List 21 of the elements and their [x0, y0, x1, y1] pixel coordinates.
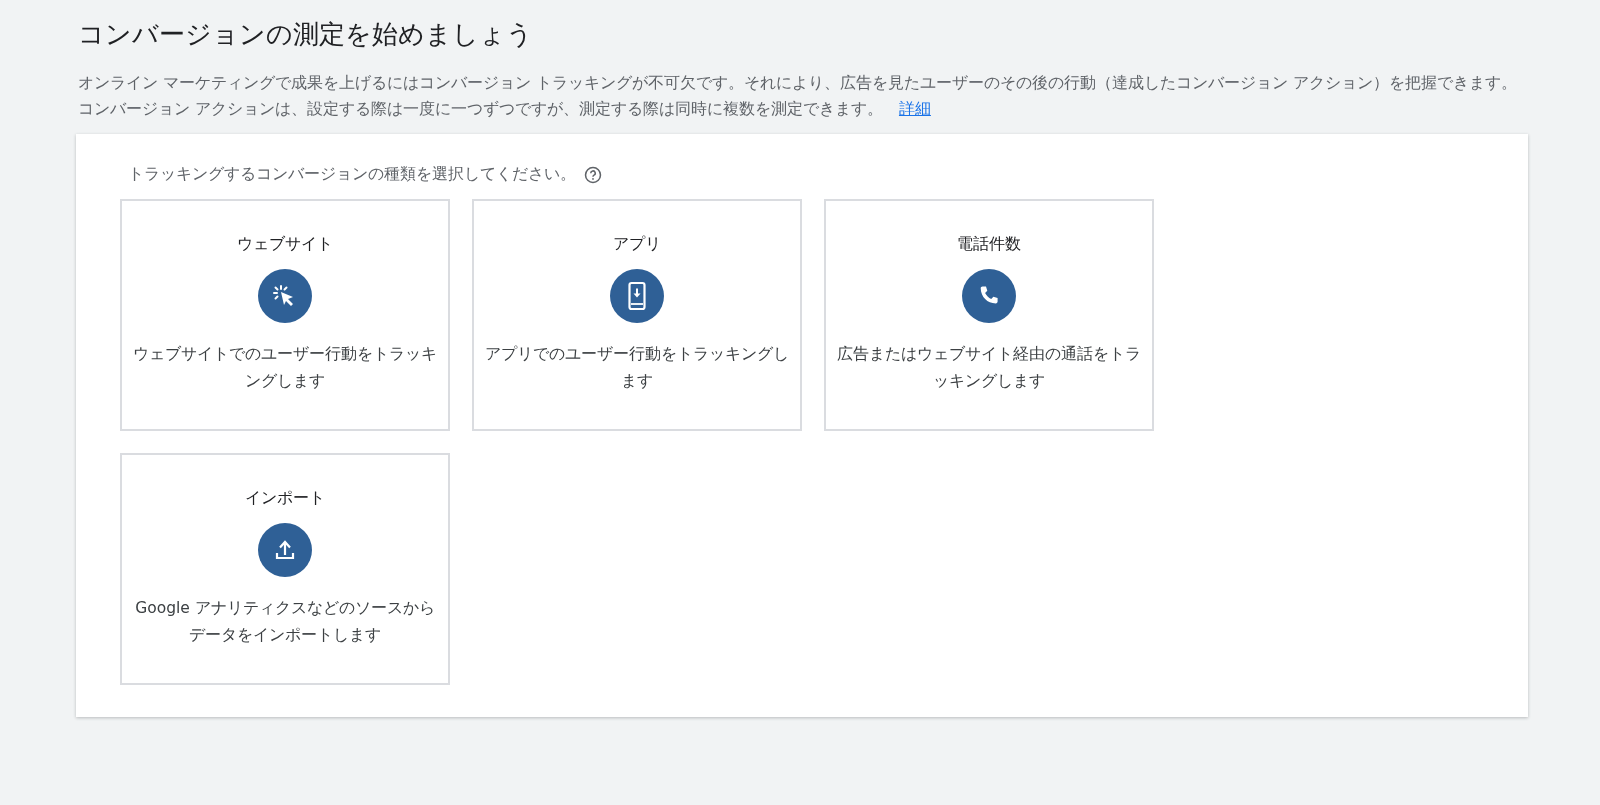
- phone-icon: [962, 269, 1016, 323]
- cursor-click-icon: [258, 269, 312, 323]
- card-title: アプリ: [613, 233, 661, 255]
- card-title: 電話件数: [957, 233, 1021, 255]
- phone-download-icon: [610, 269, 664, 323]
- card-title: インポート: [245, 487, 325, 509]
- card-description: 広告またはウェブサイト経由の通話をトラッキングします: [836, 344, 1142, 392]
- prompt-text: トラッキングするコンバージョンの種類を選択してください。: [128, 164, 576, 185]
- learn-more-link[interactable]: 詳細: [898, 100, 931, 118]
- upload-icon: [258, 523, 312, 577]
- conversion-type-card[interactable]: 電話件数 広告またはウェブサイト経由の通話をトラッキングします: [824, 199, 1154, 431]
- conversion-type-card[interactable]: ウェブサイト ウェブサイトでのユーザー行動をトラッキングします: [120, 199, 450, 431]
- conversion-type-card[interactable]: インポート Google アナリティクスなどのソースからデータをインポートします: [120, 453, 450, 685]
- conversion-type-card[interactable]: アプリ アプリでのユーザー行動をトラッキングします: [472, 199, 802, 431]
- page-title: コンバージョンの測定を始めましょう: [78, 18, 534, 51]
- card-description: Google アナリティクスなどのソースからデータをインポートします: [134, 598, 436, 646]
- card-title: ウェブサイト: [237, 233, 333, 255]
- card-description: アプリでのユーザー行動をトラッキングします: [484, 344, 790, 392]
- description-paragraph: オンライン マーケティングで成果を上げるにはコンバージョン トラッキングが不可欠です。それにより、広告を見たユーザーのその後の行動（達成したコンバージョン アクション）を把握できます。コンバージョン アクションは、設定する際は一度に一つずつですが、測定する際は同時に複数を測定できます。 詳細: [78, 73, 1518, 120]
- help-icon[interactable]: [584, 165, 602, 184]
- card-description: ウェブサイトでのユーザー行動をトラッキングします: [132, 344, 438, 392]
